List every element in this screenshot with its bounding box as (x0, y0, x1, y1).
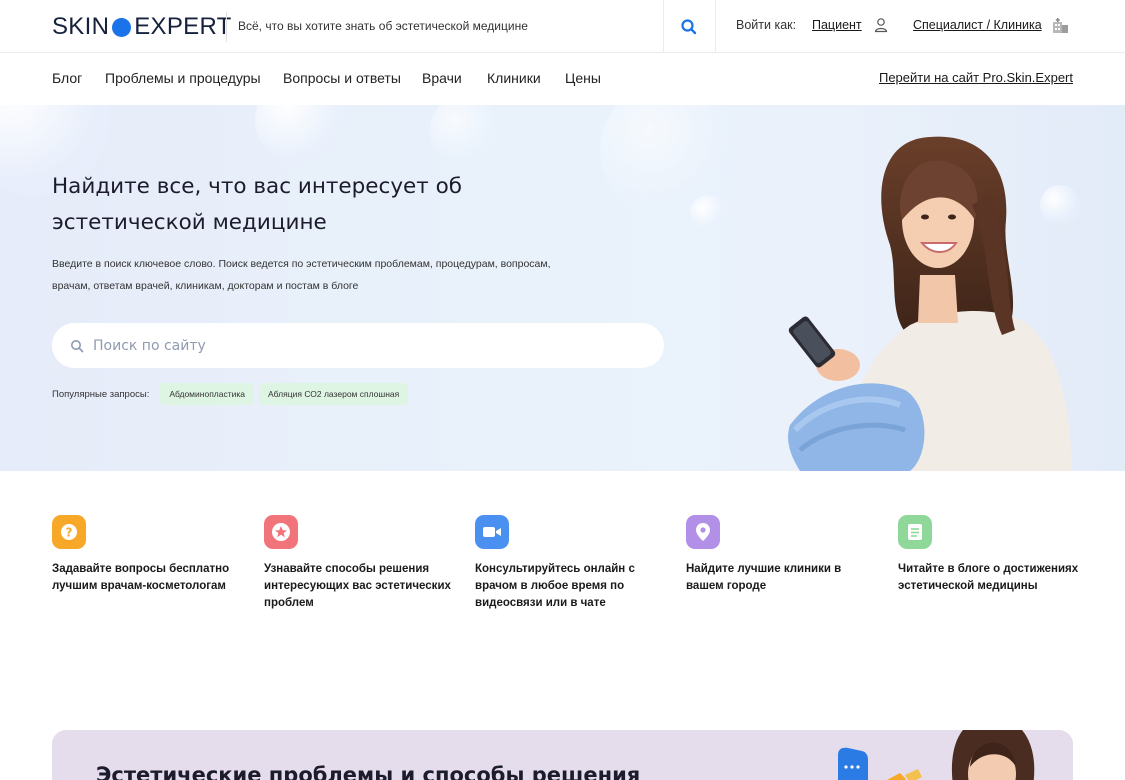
woman-illustration (951, 730, 1035, 780)
document-icon (898, 515, 932, 549)
nav-item-clinics[interactable]: Клиники (487, 70, 541, 86)
svg-text:?: ? (66, 526, 73, 540)
divider (715, 0, 716, 52)
pro-site-link[interactable]: Перейти на сайт Pro.Skin.Expert (879, 70, 1073, 85)
feature-text: Читайте в блоге о достижениях эстетическ… (898, 563, 1079, 592)
popular-queries-label: Популярные запросы: (52, 388, 150, 400)
logo-text-right: EXPERT (134, 13, 232, 40)
top-header: SKIN EXPERT Всё, что вы хотите знать об … (0, 0, 1125, 53)
login-patient-link[interactable]: Пациент (812, 18, 862, 32)
hero-title: Найдите все, что вас интересует об эстет… (52, 174, 463, 235)
location-pin-icon (686, 515, 720, 549)
popular-tag[interactable]: Абдоминопластика (160, 383, 255, 405)
logo-dot-icon (112, 17, 132, 37)
login-label: Войти как: (736, 18, 797, 32)
nav-item-blog[interactable]: Блог (52, 70, 82, 86)
feature-item: ? Задавайте вопросы бесплатно лучшим вра… (52, 515, 247, 595)
hero-woman-with-phone-image (788, 136, 1072, 471)
video-camera-icon (475, 515, 509, 549)
site-logo[interactable]: SKIN EXPERT (52, 13, 232, 41)
nav-item-doctors[interactable]: Врачи (422, 70, 462, 86)
search-icon (681, 19, 697, 35)
hero-section: Найдите все, что вас интересует об эстет… (0, 105, 1125, 471)
divider (663, 0, 664, 52)
feature-text: Задавайте вопросы бесплатно лучшим врача… (52, 563, 230, 592)
login-specialist-link[interactable]: Специалист / Клиника (913, 18, 1042, 32)
header-search-button[interactable] (678, 16, 700, 38)
question-icon: ? (52, 515, 86, 549)
nav-item-questions-answers[interactable]: Вопросы и ответы (283, 70, 401, 86)
nav-item-problems-procedures[interactable]: Проблемы и процедуры (105, 70, 261, 86)
divider (226, 12, 227, 42)
hero-search-input[interactable] (93, 337, 613, 354)
logo-text-left: SKIN (52, 13, 110, 40)
problems-solutions-section: Эстетические проблемы и способы решения (52, 730, 1073, 780)
feature-text: Найдите лучшие клиники в вашем городе (686, 563, 842, 592)
star-icon (264, 515, 298, 549)
features-section: ? Задавайте вопросы бесплатно лучшим вра… (0, 471, 1125, 671)
hero-description: Введите в поиск ключевое слово. Поиск ве… (52, 258, 551, 292)
clinic-building-icon[interactable] (1051, 16, 1071, 36)
popular-queries: Популярные запросы: Абдоминопластика Абл… (52, 383, 413, 405)
section-title: Эстетические проблемы и способы решения (96, 763, 641, 780)
nav-item-prices[interactable]: Цены (565, 70, 601, 86)
feature-item: Читайте в блоге о достижениях эстетическ… (898, 515, 1093, 595)
decorative-bubble (690, 195, 726, 231)
feature-item: Консультируйтесь онлайн с врачом в любое… (475, 515, 670, 612)
feature-text: Консультируйтесь онлайн с врачом в любое… (475, 563, 635, 609)
decorative-bubble (430, 105, 500, 165)
decorative-bubble (255, 105, 345, 165)
site-tagline: Всё, что вы хотите знать об эстетической… (238, 19, 528, 33)
main-nav: Блог Проблемы и процедуры Вопросы и отве… (0, 53, 1125, 105)
popular-tag[interactable]: Абляция СО2 лазером сплошная (259, 383, 409, 405)
hero-search-box[interactable] (52, 323, 664, 368)
feature-text: Узнавайте способы решения интересующих в… (264, 563, 451, 609)
user-icon[interactable] (872, 16, 890, 34)
feature-item: Узнавайте способы решения интересующих в… (264, 515, 459, 612)
feature-item: Найдите лучшие клиники в вашем городе (686, 515, 881, 595)
search-icon (71, 339, 84, 352)
